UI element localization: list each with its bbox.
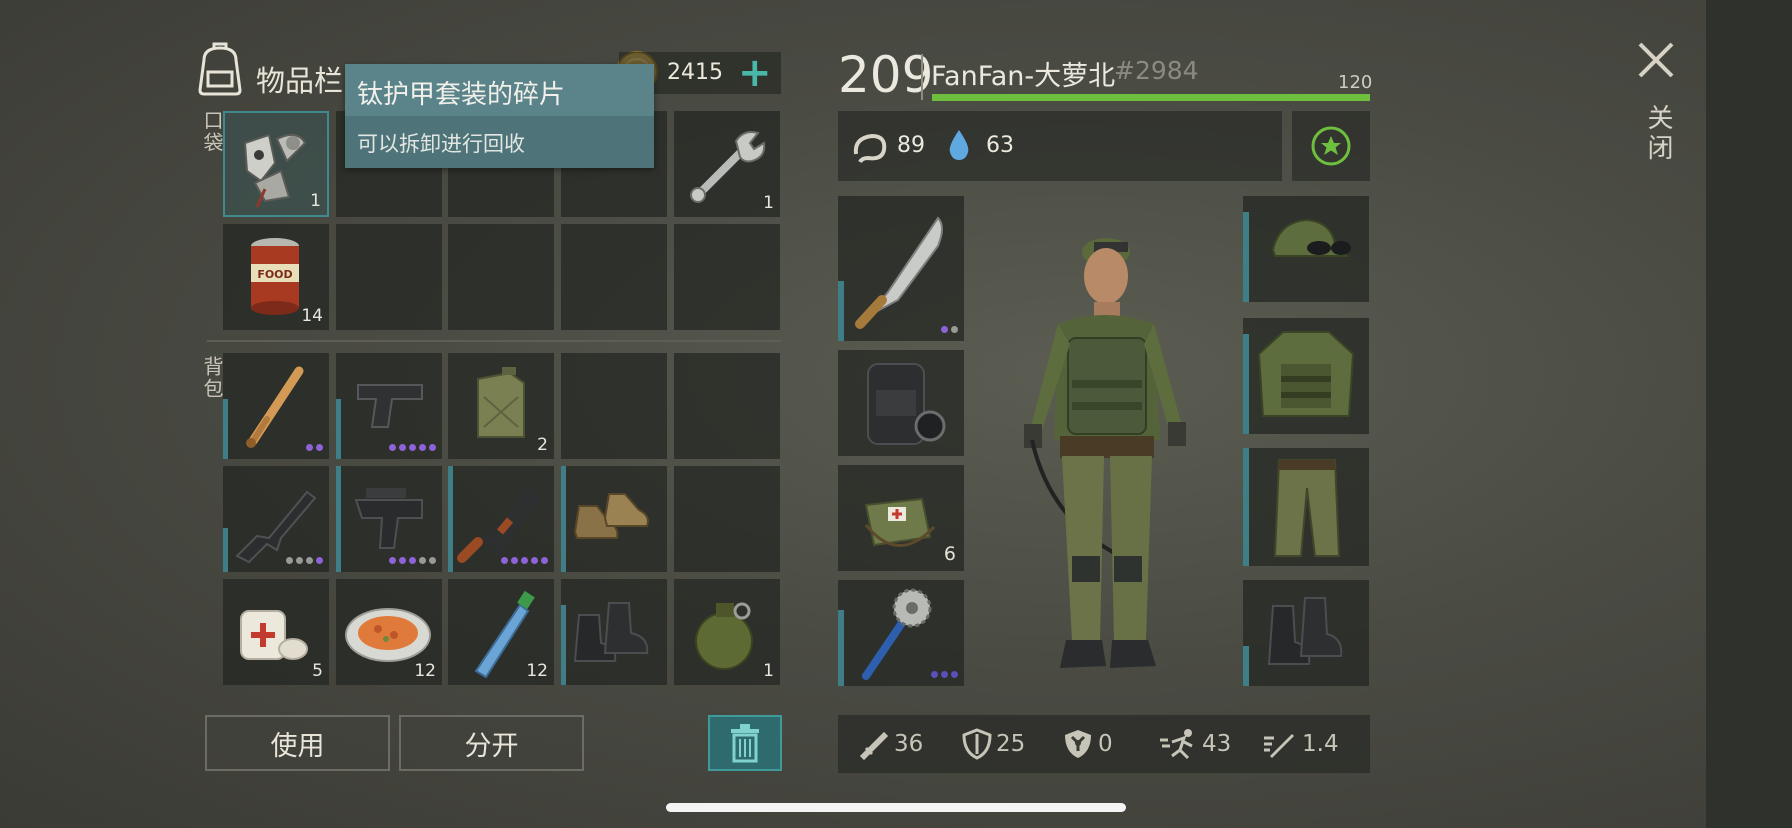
- thirst-value: 63: [986, 133, 1014, 158]
- favorite-panel[interactable]: [1292, 111, 1370, 181]
- item-count: 12: [526, 661, 548, 681]
- camo-vest-icon: [1257, 331, 1355, 417]
- item-count: 5: [312, 661, 323, 681]
- item-count: 1: [763, 661, 774, 681]
- pocket-slot[interactable]: [561, 224, 667, 330]
- player-level: 209: [838, 46, 934, 104]
- defense-value: 25: [996, 731, 1026, 757]
- backpack-slot[interactable]: [674, 353, 780, 459]
- head-slot[interactable]: [1243, 196, 1369, 302]
- weapon-slot[interactable]: [838, 196, 964, 341]
- tactical-backpack-icon: [867, 363, 946, 445]
- attack-speed-stat: 1.4: [1262, 728, 1339, 760]
- backpack-slot[interactable]: [223, 466, 329, 572]
- sword-icon: [859, 731, 889, 760]
- brown-shoes-icon: [573, 493, 649, 539]
- running-man-icon: [1160, 729, 1193, 760]
- backpack-slot[interactable]: [561, 353, 667, 459]
- speed-stat: 43: [1158, 728, 1231, 760]
- backpack-icon: [198, 42, 242, 96]
- item-tooltip: 钛护甲套装的碎片 可以拆卸进行回收: [345, 64, 654, 168]
- swift-sword-icon: [1264, 734, 1294, 758]
- backpack-slot[interactable]: [561, 466, 667, 572]
- item-count: 2: [537, 435, 548, 455]
- speed-value: 43: [1202, 731, 1232, 757]
- feet-slot[interactable]: [1243, 580, 1369, 686]
- item-count: 1: [763, 193, 774, 213]
- attack-speed-value: 1.4: [1302, 731, 1339, 757]
- black-boots-icon: [573, 602, 649, 662]
- split-button[interactable]: 分开: [399, 715, 584, 771]
- backpack-slot[interactable]: [448, 466, 554, 572]
- backpack-equip-slot[interactable]: [838, 350, 964, 456]
- attack-stat: 36: [858, 728, 923, 760]
- backpack-slot[interactable]: [674, 466, 780, 572]
- backpack-slot[interactable]: 5: [223, 579, 329, 685]
- pocket-slot[interactable]: FOOD 14: [223, 224, 329, 330]
- trash-icon: [731, 724, 759, 763]
- radiation-stat: 0: [1062, 728, 1113, 760]
- water-drop-icon: [949, 130, 969, 160]
- section-divider: [207, 340, 782, 342]
- add-coins-button[interactable]: +: [738, 50, 772, 96]
- pocket-slot[interactable]: 1: [223, 111, 329, 217]
- coin-amount: 2415: [667, 60, 723, 85]
- pocket-slot[interactable]: [336, 224, 442, 330]
- hp-value: 120: [1338, 72, 1373, 93]
- attack-value: 36: [894, 731, 924, 757]
- pocket-slot[interactable]: 1: [674, 111, 780, 217]
- stomach-icon: [853, 133, 887, 164]
- defense-stat: 25: [962, 728, 1025, 760]
- character-model: [1024, 238, 1186, 668]
- tooltip-description: 可以拆卸进行回收: [357, 132, 525, 156]
- item-count: 1: [310, 191, 321, 211]
- backpack-slot[interactable]: [561, 579, 667, 685]
- medical-slot[interactable]: 6: [838, 465, 964, 571]
- backpack-slot[interactable]: 12: [448, 579, 554, 685]
- machete-icon: [855, 216, 943, 329]
- legs-slot[interactable]: [1243, 448, 1369, 566]
- camo-cap-icon: [1271, 218, 1351, 257]
- close-icon[interactable]: [1636, 40, 1676, 80]
- combat-boots-icon: [1267, 597, 1343, 665]
- star-badge-icon: [1311, 126, 1351, 166]
- backpack-slot[interactable]: [336, 353, 442, 459]
- hp-track: [932, 94, 1370, 101]
- backpack-slot[interactable]: [223, 353, 329, 459]
- shield-icon: [962, 728, 992, 760]
- header-divider: [921, 54, 923, 100]
- tooltip-title: 钛护甲套装的碎片: [357, 80, 566, 110]
- trash-button[interactable]: [708, 715, 782, 771]
- hunger-value: 89: [897, 133, 925, 158]
- item-count: 6: [943, 543, 956, 565]
- radiation-shield-icon: [1065, 730, 1091, 758]
- use-button[interactable]: 使用: [205, 715, 390, 771]
- backpack-slot[interactable]: 2: [448, 353, 554, 459]
- backpack-slot[interactable]: 12: [336, 579, 442, 685]
- pocket-slot[interactable]: [674, 224, 780, 330]
- right-side-panel: [1706, 0, 1792, 828]
- camo-pants-icon: [1273, 459, 1341, 557]
- player-name: FanFan-大萝北: [931, 61, 1116, 92]
- item-count: 14: [301, 306, 323, 326]
- item-count: 12: [414, 661, 436, 681]
- svg-text:FOOD: FOOD: [257, 268, 292, 281]
- body-slot[interactable]: [1243, 318, 1369, 434]
- pocket-slot[interactable]: [448, 224, 554, 330]
- player-id: #2984: [1114, 56, 1199, 85]
- backpack-slot[interactable]: [336, 466, 442, 572]
- home-indicator[interactable]: [666, 803, 1126, 812]
- melee-slot[interactable]: [838, 580, 964, 686]
- inventory-title: 物品栏: [256, 64, 344, 98]
- hp-bar-fill: [932, 94, 1370, 101]
- close-label[interactable]: 关闭: [1640, 104, 1677, 164]
- radiation-value: 0: [1098, 731, 1113, 757]
- backpack-slot[interactable]: 1: [674, 579, 780, 685]
